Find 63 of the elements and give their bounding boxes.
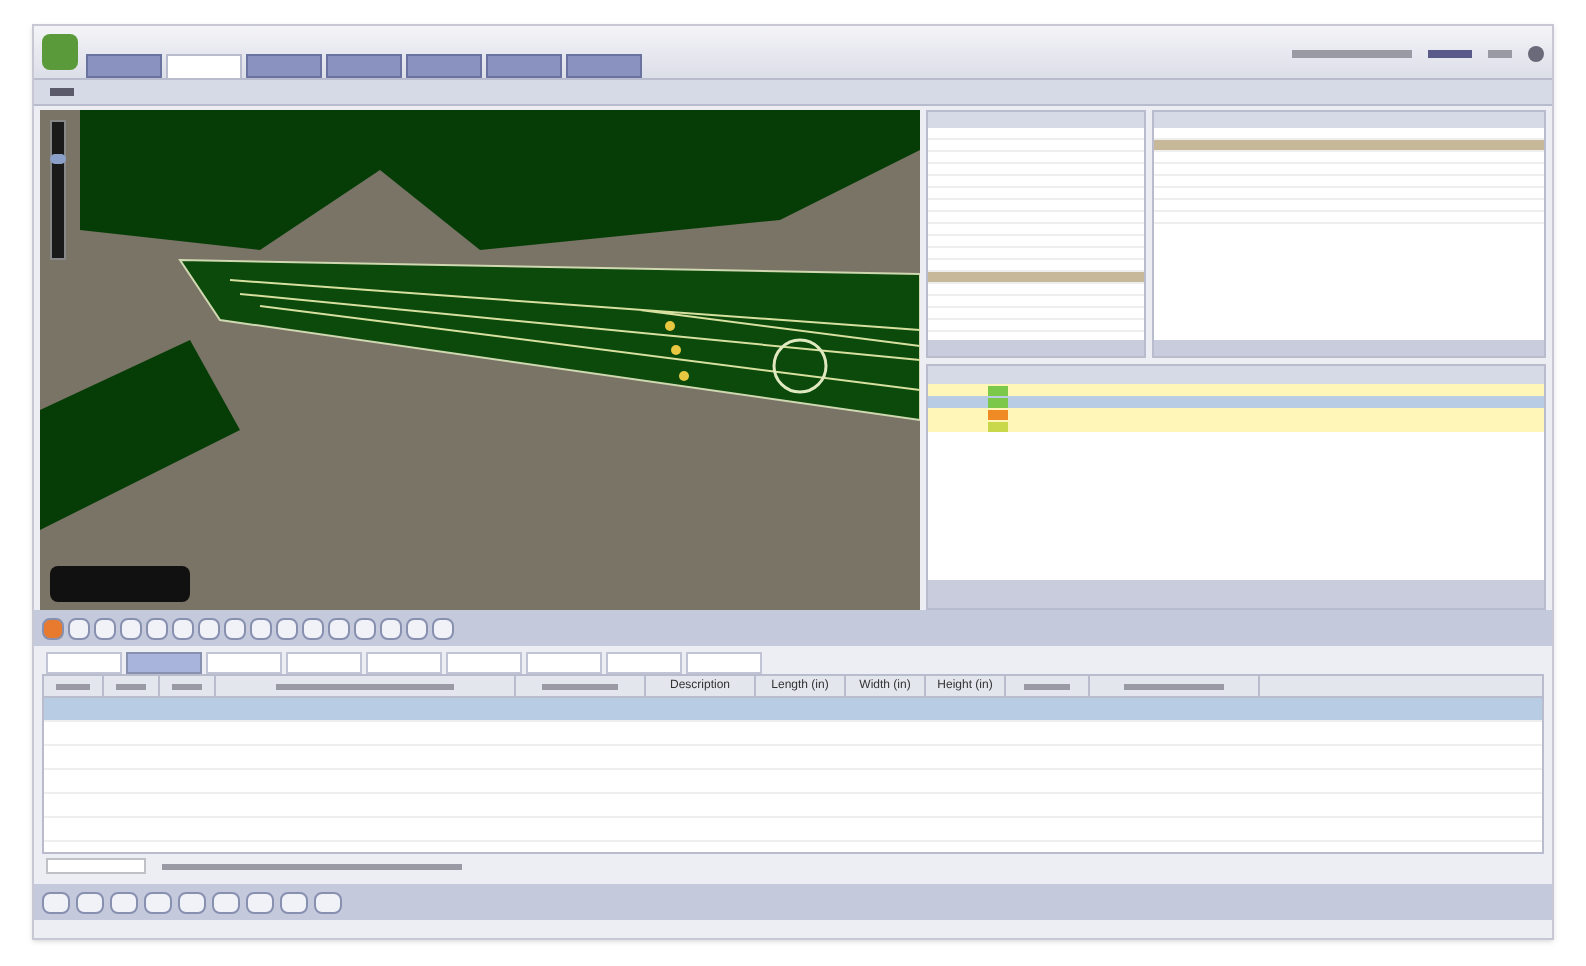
illegible-text xyxy=(1292,50,1412,58)
tab[interactable] xyxy=(366,652,442,674)
illegible-text xyxy=(56,683,90,689)
tab[interactable] xyxy=(406,54,482,78)
tab[interactable] xyxy=(246,54,322,78)
tab[interactable] xyxy=(286,652,362,674)
table-row[interactable] xyxy=(1154,140,1544,152)
toolbar-button[interactable] xyxy=(380,617,402,639)
table-row[interactable] xyxy=(928,420,1544,432)
toolbar-button[interactable] xyxy=(76,891,104,913)
toolbar-button[interactable] xyxy=(198,617,220,639)
table-row[interactable] xyxy=(928,408,1544,420)
toolbar-button[interactable] xyxy=(68,617,90,639)
tab[interactable] xyxy=(86,54,162,78)
illegible-text xyxy=(1023,683,1071,689)
toolbar-button[interactable] xyxy=(110,891,138,913)
table-row[interactable] xyxy=(928,272,1144,284)
toolbar-button[interactable] xyxy=(212,891,240,913)
toolbar-button[interactable] xyxy=(172,617,194,639)
illegible-text xyxy=(50,88,74,96)
zoom-slider-thumb[interactable] xyxy=(50,153,66,164)
toolbar-button[interactable] xyxy=(280,891,308,913)
illegible-text xyxy=(172,683,202,689)
tab[interactable] xyxy=(606,652,682,674)
toolbar-button[interactable] xyxy=(224,617,246,639)
toolbar-button[interactable] xyxy=(328,617,350,639)
search-field[interactable] xyxy=(46,858,146,874)
illegible-link[interactable] xyxy=(1428,50,1472,58)
map-legend xyxy=(50,566,190,602)
toolbar-button[interactable] xyxy=(406,617,428,639)
tab[interactable] xyxy=(446,652,522,674)
tab[interactable] xyxy=(206,652,282,674)
toolbar-button[interactable] xyxy=(276,617,298,639)
tab[interactable] xyxy=(526,652,602,674)
toolbar-button[interactable] xyxy=(42,891,70,913)
tab[interactable] xyxy=(126,652,202,674)
illegible-text xyxy=(542,683,618,689)
toolbar-button[interactable] xyxy=(178,891,206,913)
table-row[interactable] xyxy=(44,698,1542,722)
illegible-text xyxy=(116,683,146,689)
tab[interactable] xyxy=(566,54,642,78)
tab[interactable] xyxy=(326,54,402,78)
toolbar-button[interactable] xyxy=(120,617,142,639)
toolbar-button[interactable] xyxy=(354,617,376,639)
illegible-text xyxy=(1124,683,1224,689)
tab[interactable] xyxy=(166,54,242,78)
table-row[interactable] xyxy=(928,384,1544,396)
illegible-link[interactable] xyxy=(1488,50,1512,58)
toolbar-button[interactable] xyxy=(302,617,324,639)
toolbar-button[interactable] xyxy=(94,617,116,639)
toolbar-button[interactable] xyxy=(42,617,64,639)
help-icon[interactable] xyxy=(1528,46,1544,62)
toolbar-button[interactable] xyxy=(250,617,272,639)
toolbar-button[interactable] xyxy=(146,617,168,639)
table-row[interactable] xyxy=(928,396,1544,408)
toolbar-button[interactable] xyxy=(144,891,172,913)
toolbar-button[interactable] xyxy=(246,891,274,913)
tab[interactable] xyxy=(686,652,762,674)
logo-icon xyxy=(42,34,78,70)
tab[interactable] xyxy=(486,54,562,78)
toolbar-button[interactable] xyxy=(432,617,454,639)
tab[interactable] xyxy=(46,652,122,674)
toolbar-button[interactable] xyxy=(314,891,342,913)
